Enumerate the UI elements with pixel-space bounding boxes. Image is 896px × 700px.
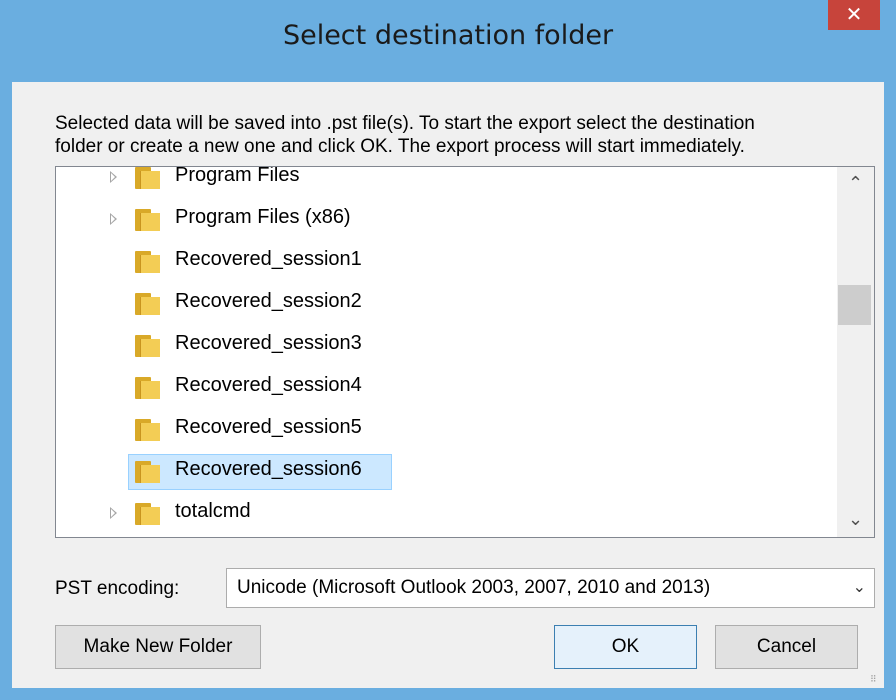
tree-item-label: totalcmd bbox=[175, 500, 251, 522]
tree-item-recovered-session4[interactable]: Recovered_session4 bbox=[56, 368, 851, 410]
tree-item-totalcmd[interactable]: totalcmd bbox=[56, 494, 851, 536]
folder-icon bbox=[135, 335, 160, 357]
folder-icon bbox=[135, 251, 160, 273]
tree-item-program-files-x86[interactable]: Program Files (x86) bbox=[56, 200, 851, 242]
pst-encoding-value: Unicode (Microsoft Outlook 2003, 2007, 2… bbox=[237, 577, 711, 598]
folder-icon bbox=[135, 167, 160, 189]
tree-item-recovered-session5[interactable]: Recovered_session5 bbox=[56, 410, 851, 452]
folder-icon bbox=[135, 293, 160, 315]
tree-item-label: Program Files (x86) bbox=[175, 206, 351, 228]
expand-arrow-icon[interactable] bbox=[110, 213, 117, 225]
cancel-button[interactable]: Cancel bbox=[715, 625, 858, 669]
scroll-up-icon[interactable]: ⌃ bbox=[837, 167, 874, 201]
vertical-scrollbar[interactable]: ⌃ ⌄ bbox=[837, 167, 874, 537]
tree-item-label: Recovered_session5 bbox=[175, 416, 362, 438]
resize-grip-icon[interactable]: ⠿ bbox=[870, 674, 880, 684]
dialog-window: Select destination folder ✕ Selected dat… bbox=[0, 0, 896, 700]
tree-item-label: Program Files bbox=[175, 166, 300, 186]
ok-button[interactable]: OK bbox=[554, 625, 697, 669]
close-button[interactable]: ✕ bbox=[828, 0, 880, 30]
tree-item-recovered-session6[interactable]: Recovered_session6 bbox=[56, 452, 851, 494]
pst-encoding-select[interactable]: Unicode (Microsoft Outlook 2003, 2007, 2… bbox=[226, 568, 875, 608]
description-line-1: Selected data will be saved into .pst fi… bbox=[55, 113, 755, 134]
tree-item-label: Recovered_session1 bbox=[175, 248, 362, 270]
tree-item-label: Recovered_session2 bbox=[175, 290, 362, 312]
tree-item-label: Recovered_session3 bbox=[175, 332, 362, 354]
scrollbar-thumb[interactable] bbox=[838, 285, 871, 325]
folder-icon bbox=[135, 461, 160, 483]
close-icon: ✕ bbox=[845, 2, 863, 26]
expand-arrow-icon[interactable] bbox=[110, 507, 117, 519]
expand-arrow-icon[interactable] bbox=[110, 171, 117, 183]
description-text: Selected data will be saved into .pst fi… bbox=[55, 112, 755, 158]
description-line-2: folder or create a new one and click OK.… bbox=[55, 136, 745, 157]
make-new-folder-button[interactable]: Make New Folder bbox=[55, 625, 261, 669]
folder-icon bbox=[135, 377, 160, 399]
tree-item-program-files[interactable]: Program Files bbox=[56, 166, 851, 200]
folder-icon bbox=[135, 209, 160, 231]
dialog-body: Selected data will be saved into .pst fi… bbox=[12, 82, 884, 688]
tree-item-recovered-session1[interactable]: Recovered_session1 bbox=[56, 242, 851, 284]
tree-item-recovered-session2[interactable]: Recovered_session2 bbox=[56, 284, 851, 326]
tree-item-label: Recovered_session6 bbox=[175, 458, 362, 480]
pst-encoding-label: PST encoding: bbox=[55, 578, 180, 599]
title-bar[interactable]: Select destination folder ✕ bbox=[0, 0, 896, 80]
chevron-down-icon: ⌄ bbox=[852, 577, 866, 596]
folder-tree[interactable]: Program Files Program Files (x86) Recove… bbox=[55, 166, 875, 538]
tree-item-recovered-session3[interactable]: Recovered_session3 bbox=[56, 326, 851, 368]
dialog-title: Select destination folder bbox=[282, 20, 614, 51]
tree-item-label: Recovered_session4 bbox=[175, 374, 362, 396]
scroll-down-icon[interactable]: ⌄ bbox=[837, 503, 874, 537]
folder-icon bbox=[135, 503, 160, 525]
folder-icon bbox=[135, 419, 160, 441]
